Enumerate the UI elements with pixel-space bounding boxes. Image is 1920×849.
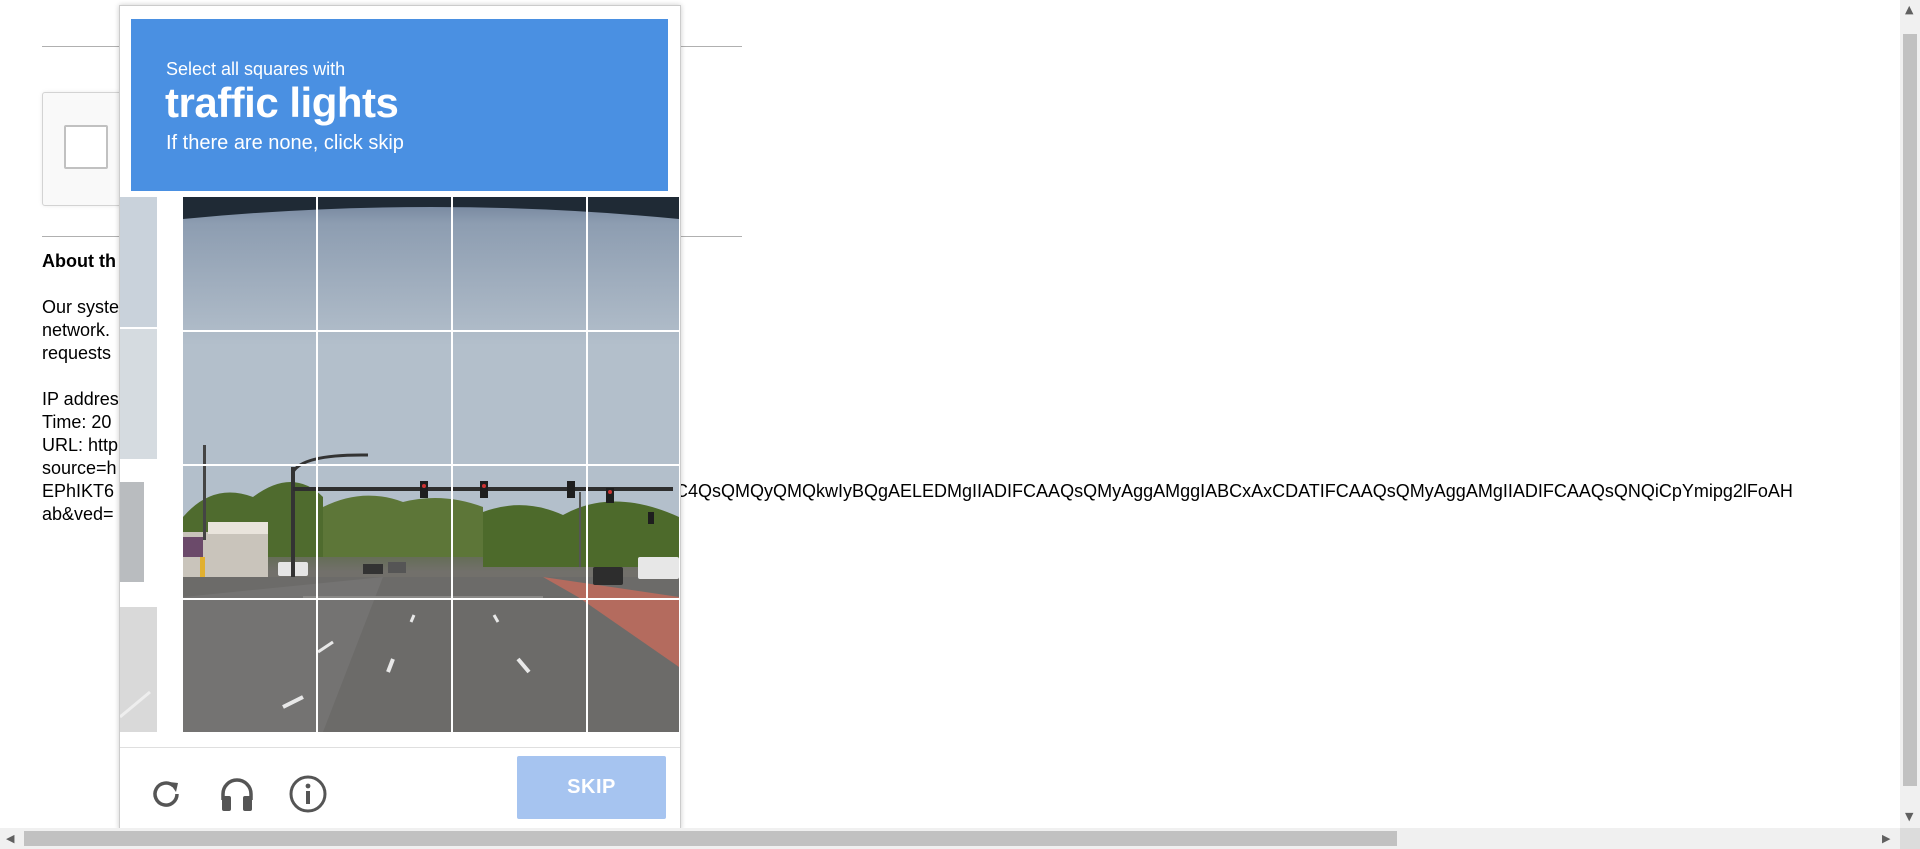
grid-tile-r2c2[interactable] bbox=[318, 332, 451, 464]
url-fragment-line: EPhIKT6 bbox=[42, 481, 115, 501]
instruction-text: Select all squares with bbox=[166, 59, 346, 79]
recaptcha-challenge-popup: Select all squares with traffic lights I… bbox=[119, 5, 681, 830]
grid-tile-r4c3[interactable] bbox=[453, 600, 586, 732]
previous-challenge-strip bbox=[120, 197, 157, 732]
time-line: Time: 20 bbox=[42, 412, 112, 432]
body-line: network. bbox=[42, 320, 111, 340]
grid-tile-r1c1[interactable] bbox=[183, 197, 316, 330]
body-line: requests bbox=[42, 343, 112, 363]
horizontal-scrollbar[interactable]: ◀ ▶ bbox=[0, 828, 1900, 849]
grid-tile-r1c4[interactable] bbox=[588, 197, 679, 330]
grid-divider bbox=[183, 598, 679, 600]
ved-line: ab&ved= bbox=[42, 504, 114, 524]
scroll-down-arrow-icon[interactable]: ▼ bbox=[1905, 810, 1913, 823]
footer-divider bbox=[120, 747, 680, 748]
grid-tile-r3c2[interactable] bbox=[318, 466, 451, 598]
grid-tile-r4c2[interactable] bbox=[318, 600, 451, 732]
grid-tile-r4c4[interactable] bbox=[588, 600, 679, 732]
grid-tile-r2c1[interactable] bbox=[183, 332, 316, 464]
ip-address-line: IP addres bbox=[42, 389, 119, 409]
reload-icon[interactable] bbox=[146, 774, 186, 814]
headphones-icon[interactable] bbox=[217, 774, 257, 814]
scroll-left-arrow-icon[interactable]: ◀ bbox=[6, 832, 14, 845]
vertical-scrollbar[interactable]: ▲ ▼ bbox=[1900, 0, 1920, 828]
challenge-header: Select all squares with traffic lights I… bbox=[131, 19, 668, 191]
grid-tile-r1c3[interactable] bbox=[453, 197, 586, 330]
grid-tile-r2c4[interactable] bbox=[588, 332, 679, 464]
url-continuation: C4QsQMQyQMQkwIyBQgAELEDMgIIADIFCAAQsQMyA… bbox=[675, 481, 1793, 501]
grid-tile-r3c3[interactable] bbox=[453, 466, 586, 598]
skip-button[interactable]: SKIP bbox=[517, 756, 666, 819]
body-line: Our syste bbox=[42, 297, 120, 317]
recaptcha-checkbox[interactable] bbox=[64, 125, 108, 169]
grid-tile-r2c3[interactable] bbox=[453, 332, 586, 464]
previous-image-fragment bbox=[120, 197, 157, 732]
target-object-text: traffic lights bbox=[165, 79, 399, 126]
grid-tile-r4c1[interactable] bbox=[183, 600, 316, 732]
image-grid bbox=[183, 197, 679, 732]
horizontal-scroll-thumb[interactable] bbox=[24, 831, 1397, 846]
scroll-up-arrow-icon[interactable]: ▲ bbox=[1905, 3, 1913, 16]
vertical-scroll-thumb[interactable] bbox=[1903, 34, 1917, 786]
grid-tile-r1c2[interactable] bbox=[318, 197, 451, 330]
info-icon[interactable] bbox=[288, 774, 328, 814]
source-line: source=h bbox=[42, 458, 117, 478]
scroll-right-arrow-icon[interactable]: ▶ bbox=[1882, 832, 1890, 845]
skip-hint-text: If there are none, click skip bbox=[166, 132, 404, 154]
grid-divider bbox=[183, 464, 679, 466]
grid-divider bbox=[183, 330, 679, 332]
grid-tile-r3c1[interactable] bbox=[183, 466, 316, 598]
about-heading: About th bbox=[42, 251, 116, 271]
grid-tile-r3c4[interactable] bbox=[588, 466, 679, 598]
url-line: URL: http bbox=[42, 435, 119, 455]
scrollbar-corner bbox=[1900, 828, 1920, 849]
